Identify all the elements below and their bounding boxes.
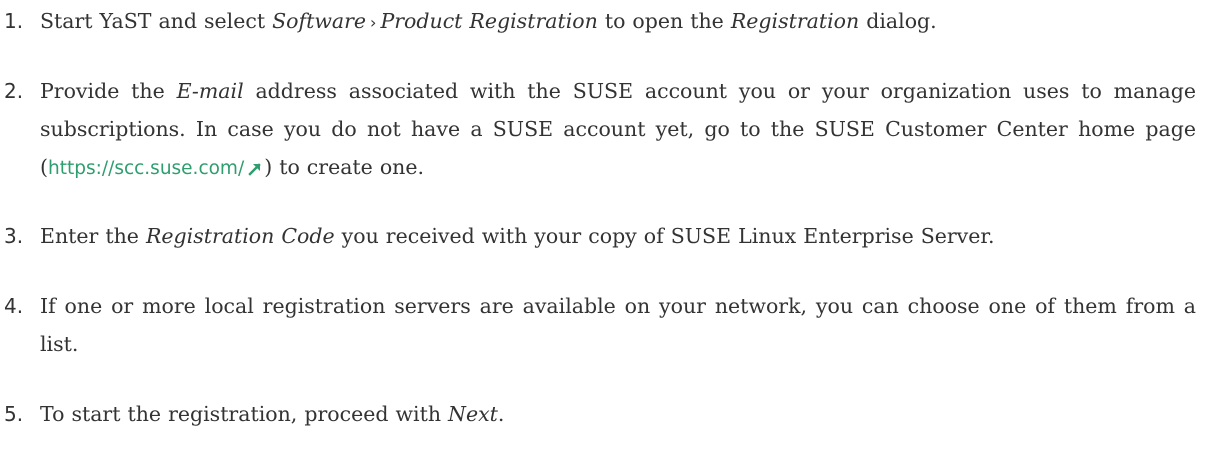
step-text-segment: . [497,402,505,426]
step-number: 2. [4,79,24,103]
field-name-registration-code: Registration Code [145,224,335,248]
step-1: 1. Start YaST and select Software › Produc… [4,2,1196,42]
menu-separator-icon: › [370,13,377,32]
menu-product-registration: Product Registration [380,9,598,33]
field-name-email: E-mail [176,79,244,103]
step-text: If one or more local registration server… [40,294,1196,356]
step-number: 4. [4,294,24,318]
step-text-segment: you received with your copy of SUSE Linu… [334,224,995,248]
step-number: 5. [4,402,24,426]
step-text-segment: to open the [597,9,731,33]
external-link-arrow-icon[interactable] [248,162,262,176]
menu-software: Software [272,9,367,33]
step-number: 1. [4,9,24,33]
step-2: 2. Provide the E-mail address associated… [4,72,1196,188]
step-5: 5. To start the registration, proceed wi… [4,395,1196,433]
step-text-segment: Enter the [40,224,146,248]
step-text-segment: Provide the [40,79,177,103]
link-text[interactable]: https://scc.suse.com/ [48,158,244,179]
scc-home-link[interactable]: https://scc.suse.com/ [48,158,264,179]
step-text: Start YaST and select Software › Product R… [40,2,1196,42]
step-text: Enter the Registration Code you received… [40,217,1196,255]
button-name-next: Next [448,402,498,426]
step-number: 3. [4,224,24,248]
step-text-segment: ) to create one. [264,155,425,179]
step-4: 4. If one or more local registration ser… [4,287,1196,363]
step-3: 3. Enter the Registration Code you recei… [4,217,1196,255]
step-text: To start the registration, proceed with … [40,395,1196,433]
dialog-name-registration: Registration [730,9,860,33]
step-text-segment: Start YaST and select [40,9,273,33]
step-text: Provide the E-mail address associated wi… [40,72,1196,188]
step-text-segment: dialog. [859,9,937,33]
step-text-segment: To start the registration, proceed with [40,402,449,426]
